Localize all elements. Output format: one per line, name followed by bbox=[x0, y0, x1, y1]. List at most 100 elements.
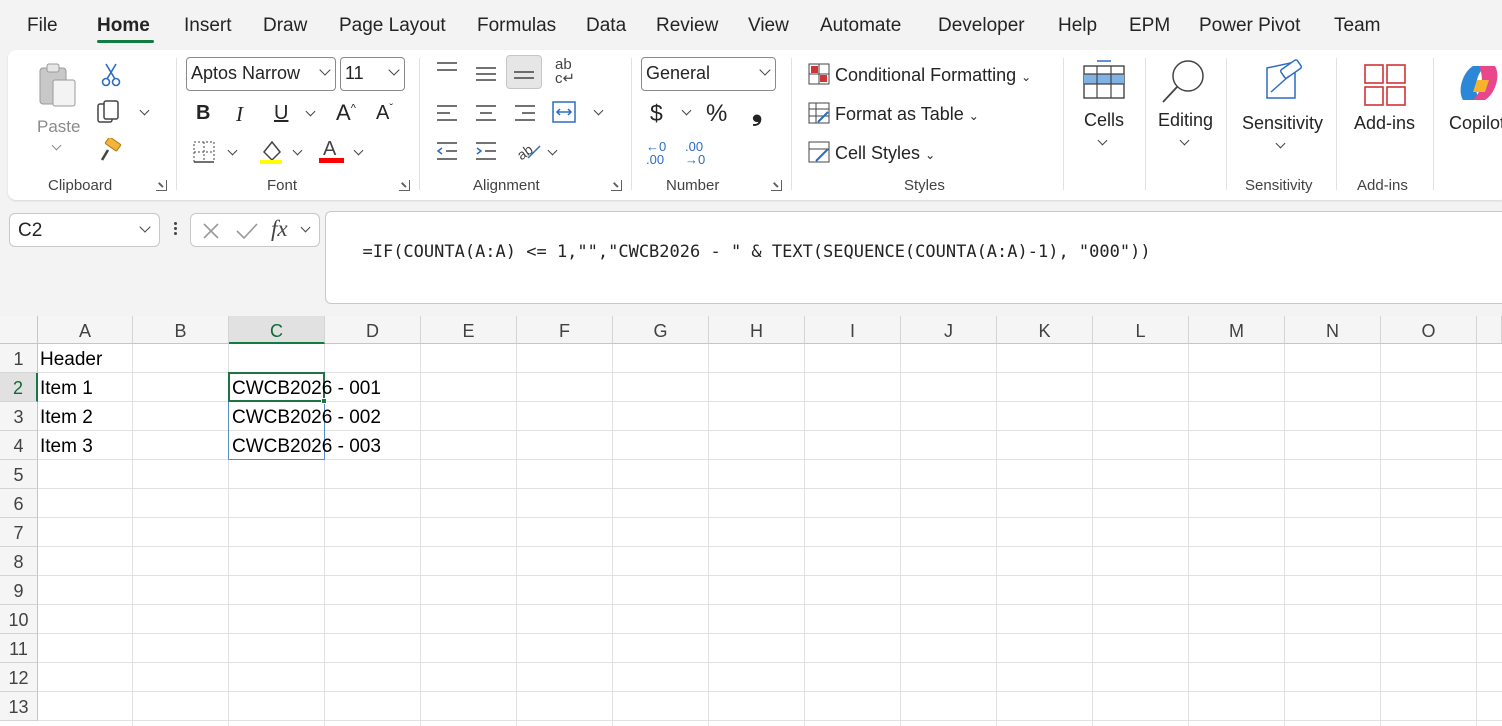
tab-file[interactable]: File bbox=[27, 15, 58, 37]
tab-insert[interactable]: Insert bbox=[184, 15, 232, 37]
column-header-l[interactable]: L bbox=[1093, 316, 1189, 344]
cut-icon[interactable] bbox=[100, 62, 122, 88]
cell-c3[interactable]: CWCB2026 - 002 bbox=[232, 407, 381, 429]
align-center-icon[interactable] bbox=[474, 102, 498, 124]
add-ins-label[interactable]: Add-ins bbox=[1354, 113, 1415, 134]
cell-styles-button[interactable]: Cell Styles ⌄ bbox=[808, 141, 935, 164]
insert-function-icon[interactable]: fx bbox=[271, 216, 288, 242]
copilot-label[interactable]: Copilot bbox=[1449, 113, 1502, 134]
column-header-a[interactable]: A bbox=[38, 316, 133, 344]
tab-team[interactable]: Team bbox=[1334, 15, 1380, 37]
currency-chevron-icon[interactable] bbox=[681, 105, 692, 116]
cell-a2[interactable]: Item 1 bbox=[40, 378, 93, 400]
alignment-launcher-icon[interactable] bbox=[611, 180, 622, 191]
column-header-h[interactable]: H bbox=[709, 316, 805, 344]
tab-automate[interactable]: Automate bbox=[820, 15, 901, 37]
cell-a4[interactable]: Item 3 bbox=[40, 436, 93, 458]
conditional-formatting-button[interactable]: Conditional Formatting ⌄ bbox=[808, 63, 1031, 86]
font-name-dropdown[interactable]: Aptos Narrow bbox=[186, 57, 336, 91]
row-header-6[interactable]: 6 bbox=[0, 489, 38, 518]
tab-review[interactable]: Review bbox=[656, 15, 718, 37]
cell-c2[interactable]: CWCB2026 - 001 bbox=[232, 378, 381, 400]
editing-label[interactable]: Editing bbox=[1158, 110, 1213, 131]
comma-style-button[interactable]: ❟ bbox=[752, 96, 762, 128]
column-header-e[interactable]: E bbox=[421, 316, 517, 344]
number-format-dropdown[interactable]: General bbox=[641, 57, 776, 91]
cells-icon[interactable] bbox=[1083, 60, 1125, 100]
formula-input[interactable]: =IF(COUNTA(A:A) <= 1,"","CWCB2026 - " & … bbox=[325, 211, 1502, 304]
cells-chevron-icon[interactable] bbox=[1097, 135, 1108, 146]
font-color-chevron-icon[interactable] bbox=[353, 145, 364, 156]
merge-center-icon[interactable] bbox=[551, 100, 577, 124]
format-as-table-button[interactable]: Format as Table ⌄ bbox=[808, 102, 979, 125]
paste-chevron-icon[interactable] bbox=[51, 140, 62, 151]
copy-chevron-icon[interactable] bbox=[139, 105, 150, 116]
orientation-icon[interactable]: ab bbox=[514, 138, 542, 164]
increase-decimal-button[interactable]: ←0 .00 bbox=[646, 140, 666, 166]
middle-align-icon[interactable] bbox=[474, 62, 498, 84]
column-header-j[interactable]: J bbox=[901, 316, 997, 344]
cell-a1[interactable]: Header bbox=[40, 349, 102, 371]
number-launcher-icon[interactable] bbox=[771, 180, 782, 191]
cell-c4[interactable]: CWCB2026 - 003 bbox=[232, 436, 381, 458]
tab-data[interactable]: Data bbox=[586, 15, 626, 37]
add-ins-icon[interactable] bbox=[1364, 64, 1406, 106]
column-header-m[interactable]: M bbox=[1189, 316, 1285, 344]
cells-label[interactable]: Cells bbox=[1084, 110, 1124, 131]
sensitivity-chevron-icon[interactable] bbox=[1275, 138, 1286, 149]
column-header-g[interactable]: G bbox=[613, 316, 709, 344]
borders-chevron-icon[interactable] bbox=[227, 145, 238, 156]
decrease-decimal-button[interactable]: .00 →0 bbox=[685, 140, 705, 166]
row-header-12[interactable]: 12 bbox=[0, 663, 38, 692]
percent-button[interactable]: % bbox=[706, 100, 727, 128]
column-header-c[interactable]: C bbox=[229, 316, 325, 344]
font-size-dropdown[interactable]: 11 bbox=[340, 57, 405, 91]
chevron-down-icon[interactable] bbox=[300, 222, 311, 233]
column-header-n[interactable]: N bbox=[1285, 316, 1381, 344]
paste-button[interactable] bbox=[36, 62, 80, 110]
row-header-2[interactable]: 2 bbox=[0, 373, 38, 402]
merge-chevron-icon[interactable] bbox=[593, 105, 604, 116]
underline-chevron-icon[interactable] bbox=[305, 106, 316, 117]
tab-page-layout[interactable]: Page Layout bbox=[339, 15, 446, 37]
format-painter-icon[interactable] bbox=[98, 138, 124, 164]
copilot-icon[interactable] bbox=[1455, 60, 1502, 106]
editing-search-icon[interactable] bbox=[1160, 58, 1206, 106]
editing-chevron-icon[interactable] bbox=[1179, 135, 1190, 146]
copy-icon[interactable] bbox=[96, 100, 124, 126]
tab-help[interactable]: Help bbox=[1058, 15, 1097, 37]
sensitivity-icon[interactable] bbox=[1263, 58, 1307, 104]
column-header-d[interactable]: D bbox=[325, 316, 421, 344]
fill-color-icon[interactable] bbox=[258, 138, 286, 166]
enter-icon[interactable] bbox=[235, 221, 259, 241]
row-header-13[interactable]: 13 bbox=[0, 692, 38, 721]
tab-formulas[interactable]: Formulas bbox=[477, 15, 556, 37]
bottom-align-button[interactable] bbox=[506, 55, 542, 89]
row-header-1[interactable]: 1 bbox=[0, 344, 38, 373]
more-options-icon[interactable] bbox=[172, 220, 178, 240]
increase-font-size-button[interactable]: A^ bbox=[336, 100, 356, 126]
tab-epm[interactable]: EPM bbox=[1129, 15, 1170, 37]
top-align-icon[interactable] bbox=[435, 60, 459, 82]
borders-icon[interactable] bbox=[192, 140, 216, 164]
row-header-4[interactable]: 4 bbox=[0, 431, 38, 460]
decrease-font-size-button[interactable]: Aˇ bbox=[376, 102, 393, 125]
column-header-f[interactable]: F bbox=[517, 316, 613, 344]
row-header-10[interactable]: 10 bbox=[0, 605, 38, 634]
underline-button[interactable]: U bbox=[274, 102, 288, 125]
font-color-icon[interactable]: A bbox=[318, 136, 346, 166]
decrease-indent-icon[interactable] bbox=[435, 140, 459, 162]
increase-indent-icon[interactable] bbox=[474, 140, 498, 162]
align-right-icon[interactable] bbox=[513, 102, 537, 124]
row-header-9[interactable]: 9 bbox=[0, 576, 38, 605]
row-header-7[interactable]: 7 bbox=[0, 518, 38, 547]
italic-button[interactable]: I bbox=[236, 102, 243, 127]
row-header-5[interactable]: 5 bbox=[0, 460, 38, 489]
column-header-i[interactable]: I bbox=[805, 316, 901, 344]
row-header-8[interactable]: 8 bbox=[0, 547, 38, 576]
column-header-o[interactable]: O bbox=[1381, 316, 1477, 344]
align-left-icon[interactable] bbox=[435, 102, 459, 124]
row-header-3[interactable]: 3 bbox=[0, 402, 38, 431]
tab-draw[interactable]: Draw bbox=[263, 15, 307, 37]
column-header-b[interactable]: B bbox=[133, 316, 229, 344]
